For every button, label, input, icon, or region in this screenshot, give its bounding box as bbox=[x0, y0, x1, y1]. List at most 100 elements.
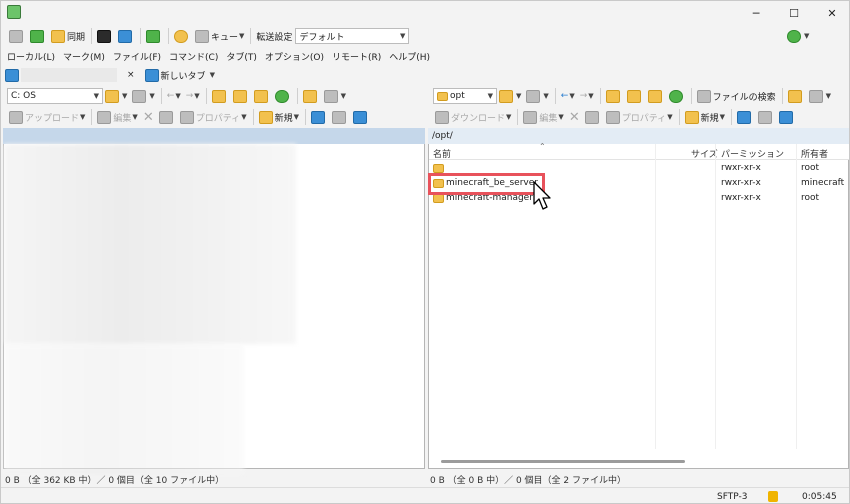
chevron-down-icon: ▼ bbox=[804, 32, 810, 40]
remote-file-list[interactable]: 名前 ⌃ サイズ パーミッション 所有者 .. rwxr-xr-x root m… bbox=[428, 142, 849, 469]
deselect-button[interactable] bbox=[756, 108, 776, 126]
open-folder-icon bbox=[499, 89, 513, 103]
minimize-button[interactable]: ─ bbox=[737, 1, 775, 25]
download-button[interactable]: ダウンロード ▼ bbox=[433, 108, 513, 126]
find-files-button[interactable]: ファイルの検索 bbox=[695, 87, 778, 105]
column-size[interactable]: サイズ bbox=[691, 147, 718, 160]
menu-mark[interactable]: マーク(M) bbox=[59, 50, 109, 63]
delete-button[interactable]: ✕ bbox=[141, 108, 156, 126]
file-name: .. bbox=[447, 163, 453, 173]
refresh-button[interactable] bbox=[273, 87, 293, 105]
rename-button[interactable] bbox=[157, 108, 177, 126]
edit-button[interactable]: 編集 ▼ bbox=[521, 108, 565, 126]
rename-button[interactable] bbox=[583, 108, 603, 126]
tree-button[interactable] bbox=[786, 87, 806, 105]
view-button[interactable]: ▼ bbox=[322, 87, 348, 105]
chevron-down-icon: ▼ bbox=[241, 113, 247, 121]
sync-browse-button[interactable] bbox=[28, 27, 48, 45]
sync-button[interactable]: 同期 bbox=[49, 27, 87, 45]
open-dir-button[interactable]: ▼ bbox=[497, 87, 523, 105]
root-dir-button[interactable] bbox=[231, 87, 251, 105]
menu-remote[interactable]: リモート(R) bbox=[328, 50, 385, 63]
menu-file[interactable]: ファイル(F) bbox=[109, 50, 165, 63]
maximize-button[interactable]: ☐ bbox=[775, 1, 813, 25]
tree-icon bbox=[302, 89, 317, 103]
upload-button[interactable]: アップロード ▼ bbox=[7, 108, 87, 126]
putty-button[interactable] bbox=[116, 27, 136, 45]
deselect-button[interactable] bbox=[330, 108, 350, 126]
select-all-button[interactable] bbox=[309, 108, 329, 126]
filter-button[interactable]: ▼ bbox=[130, 87, 156, 105]
compare-button[interactable] bbox=[7, 27, 27, 45]
new-button[interactable]: 新規 ▼ bbox=[257, 108, 301, 126]
remote-path: /opt/ bbox=[432, 131, 453, 141]
title-bar: ─ ☐ ✕ bbox=[1, 1, 849, 25]
remote-dir-select[interactable]: opt ▼ bbox=[433, 88, 497, 104]
new-tab-button[interactable]: 新しいタブ ▼ bbox=[143, 66, 217, 84]
close-button[interactable]: ✕ bbox=[813, 1, 849, 25]
invert-select-button[interactable] bbox=[351, 108, 371, 126]
select-all-button[interactable] bbox=[735, 108, 755, 126]
open-dir-button[interactable]: ▼ bbox=[103, 87, 129, 105]
cursor-hand-icon bbox=[533, 181, 551, 210]
filter-button[interactable]: ▼ bbox=[524, 87, 550, 105]
redacted-area bbox=[4, 344, 244, 474]
column-owner[interactable]: 所有者 bbox=[801, 147, 828, 160]
filter-mark-icon bbox=[778, 110, 793, 124]
chevron-down-icon: ▼ bbox=[175, 92, 181, 100]
back-button[interactable]: ← ▼ bbox=[559, 87, 577, 105]
column-name[interactable]: 名前 bbox=[433, 147, 451, 160]
tab-current[interactable] bbox=[21, 68, 117, 82]
chevron-down-icon: ▼ bbox=[719, 113, 725, 121]
divider bbox=[205, 88, 207, 104]
local-drive-select[interactable]: C: OS ▼ bbox=[7, 88, 103, 104]
file-perm: rwxr-xr-x bbox=[721, 193, 761, 203]
invert-select-button[interactable] bbox=[777, 108, 797, 126]
refresh-all-button[interactable] bbox=[144, 27, 164, 45]
home-icon bbox=[253, 89, 268, 103]
preferences-button[interactable] bbox=[172, 27, 192, 45]
refresh-button[interactable] bbox=[667, 87, 687, 105]
queue-button[interactable]: キュー ▼ bbox=[193, 27, 246, 45]
transfer-setting-select[interactable]: デフォルト ▼ bbox=[295, 28, 410, 44]
parent-dir-button[interactable] bbox=[604, 87, 624, 105]
sessions-button[interactable]: ▼ bbox=[785, 27, 811, 45]
tree-button[interactable] bbox=[301, 87, 321, 105]
view-icon bbox=[323, 89, 338, 103]
root-dir-button[interactable] bbox=[625, 87, 645, 105]
chevron-down-icon: ▼ bbox=[569, 92, 575, 100]
parent-dir-button[interactable] bbox=[210, 87, 230, 105]
tab-close-button[interactable]: × bbox=[127, 70, 135, 80]
minus-icon bbox=[757, 110, 772, 124]
horizontal-scrollbar[interactable] bbox=[429, 455, 848, 467]
menu-local[interactable]: ローカル(L) bbox=[3, 50, 59, 63]
chevron-down-icon: ▼ bbox=[667, 113, 673, 121]
left-file-list[interactable] bbox=[3, 144, 425, 474]
home-button[interactable] bbox=[646, 87, 666, 105]
edit-button[interactable]: 編集 ▼ bbox=[95, 108, 139, 126]
right-action-toolbar: ダウンロード ▼ 編集 ▼ ✕ プロパティ ▼ 新規 ▼ bbox=[433, 106, 849, 128]
forward-button[interactable]: → ▼ bbox=[184, 87, 202, 105]
menu-options[interactable]: オプション(O) bbox=[261, 50, 328, 63]
delete-button[interactable]: ✕ bbox=[567, 108, 582, 126]
back-button[interactable]: ← ▼ bbox=[165, 87, 183, 105]
column-perm[interactable]: パーミッション bbox=[721, 147, 784, 160]
refresh-icon bbox=[274, 89, 289, 103]
new-button[interactable]: 新規 ▼ bbox=[683, 108, 727, 126]
properties-button[interactable]: プロパティ ▼ bbox=[178, 108, 249, 126]
home-button[interactable] bbox=[252, 87, 272, 105]
forward-button[interactable]: → ▼ bbox=[578, 87, 596, 105]
divider bbox=[91, 28, 93, 44]
session-globe-icon bbox=[787, 29, 801, 43]
left-action-toolbar: アップロード ▼ 編集 ▼ ✕ プロパティ ▼ 新規 ▼ bbox=[7, 106, 425, 128]
console-button[interactable] bbox=[95, 27, 115, 45]
scrollbar-thumb[interactable] bbox=[441, 460, 685, 463]
view-button[interactable]: ▼ bbox=[807, 87, 833, 105]
divider bbox=[678, 109, 680, 125]
putty-icon bbox=[118, 29, 133, 43]
properties-icon bbox=[605, 110, 620, 124]
menu-tab[interactable]: タブ(T) bbox=[222, 50, 261, 63]
properties-button[interactable]: プロパティ ▼ bbox=[604, 108, 675, 126]
menu-help[interactable]: ヘルプ(H) bbox=[385, 50, 434, 63]
menu-command[interactable]: コマンド(C) bbox=[165, 50, 222, 63]
